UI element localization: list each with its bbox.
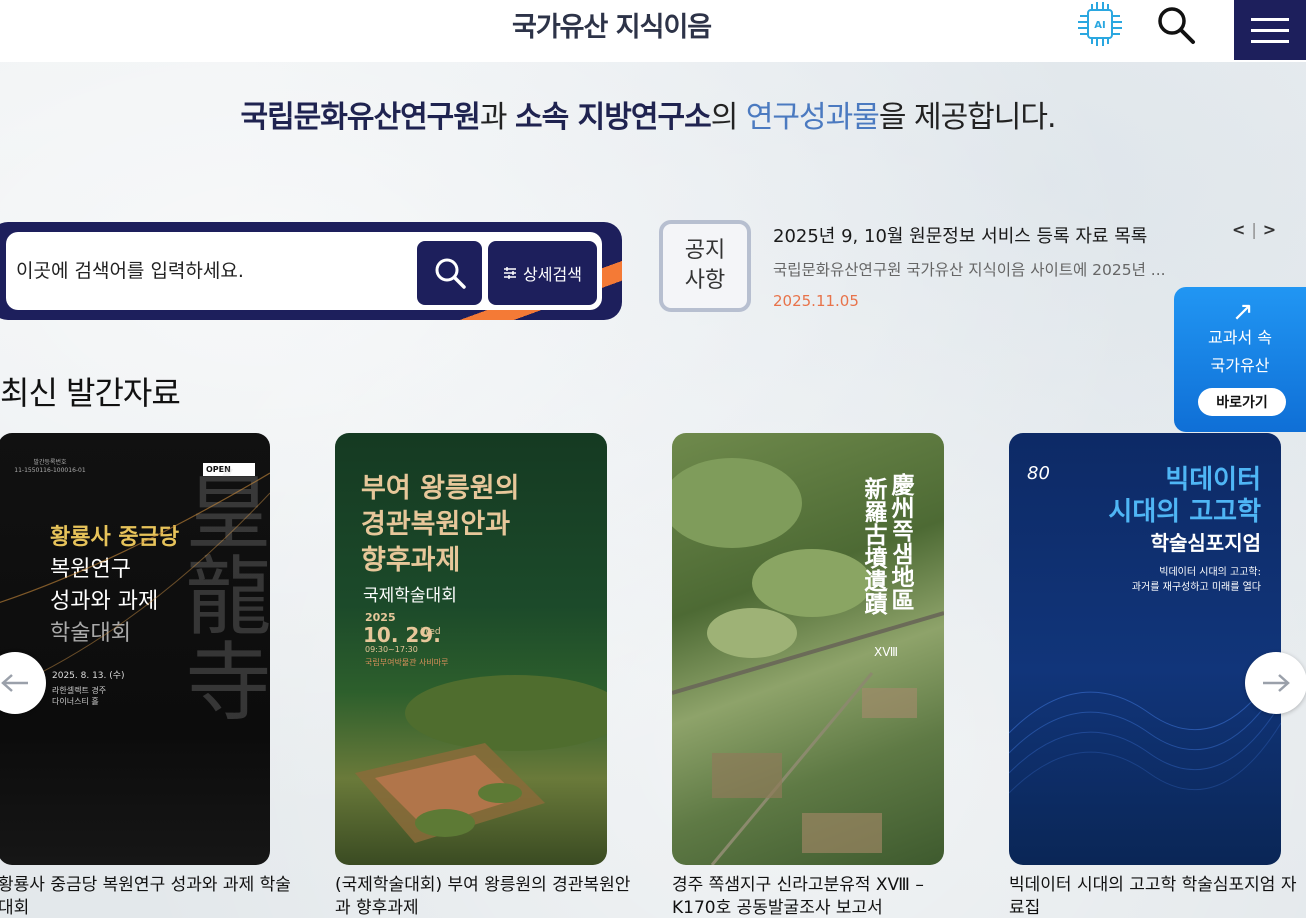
poster-volume: XⅧ — [874, 645, 899, 659]
notice-badge-line: 공지 — [684, 238, 726, 263]
poster-title-line: 부여 왕릉원의 — [361, 473, 520, 504]
poster-title-part: 慶州 — [887, 473, 914, 519]
arrow-left-icon — [1, 674, 28, 692]
menu-bar — [1251, 39, 1289, 43]
poster-title-line: 경관복원안과 — [361, 509, 511, 540]
notice-title[interactable]: 2025년 9, 10월 원문정보 서비스 등록 자료 목록 — [773, 222, 1147, 248]
notice-badge[interactable]: 공지 사항 — [659, 220, 751, 312]
carousel-next-button[interactable] — [1245, 652, 1306, 714]
publication-caption[interactable]: 황룡사 중금당 복원연구 성과와 과제 학술대회 — [0, 874, 298, 918]
site-header: 국가유산 지식이음 AI — [0, 0, 1306, 62]
publication-card[interactable]: 80 빅데이터 시대의 고고학 학술심포지엄 빅데이터 시대의 고고학: 과거를… — [1009, 433, 1281, 865]
poster-subtitle: 과거를 재구성하고 미래를 열다 — [1131, 582, 1261, 593]
section-title: 최신 발간자료 — [0, 374, 181, 412]
publication-card[interactable]: 慶州 쪽샘 地區 新羅古墳遺蹟 XⅧ — [672, 433, 944, 865]
tagline-results: 연구성과물 — [745, 100, 880, 135]
banner-line: 교과서 속 — [1208, 328, 1272, 347]
site-logo[interactable]: 국가유산 지식이음 — [512, 8, 712, 48]
publication-caption[interactable]: 경주 쪽샘지구 신라고분유적 XⅧ – K170호 공동발굴조사 보고서 — [672, 874, 972, 918]
poster-title-line: 향후과제 — [361, 545, 461, 576]
poster-title-line: 학술심포지엄 — [1150, 531, 1261, 555]
notice-next-button[interactable]: > — [1263, 220, 1276, 239]
poster-landscape-illustration — [355, 675, 607, 843]
textbook-heritage-banner[interactable]: ↗ 교과서 속 국가유산 바로가기 — [1174, 287, 1306, 432]
search-inner: 상세검색 — [6, 232, 602, 310]
search-box: 상세검색 — [0, 222, 622, 320]
poster-title-part: 地區 — [887, 565, 914, 611]
search-button[interactable] — [417, 241, 482, 305]
arrow-up-right-icon: ↗ — [1232, 297, 1254, 327]
poster-title-part: 쪽샘 — [887, 519, 914, 565]
notice-badge-line: 사항 — [684, 268, 726, 293]
poster-subtitle: 국제학술대회 — [363, 586, 457, 606]
advanced-search-label: 상세검색 — [523, 265, 582, 284]
poster-subtitle: 빅데이터 시대의 고고학: — [1159, 567, 1261, 578]
shortcut-button[interactable]: 바로가기 — [1198, 388, 1286, 416]
notice-prev-button[interactable]: < — [1232, 220, 1245, 239]
ai-label: AI — [1094, 20, 1105, 31]
notice-description[interactable]: 국립문화유산연구원 국가유산 지식이음 사이트에 2025년 ... — [773, 258, 1218, 280]
poster-venue: 국립부여박물관 사비마루 — [365, 658, 449, 667]
tagline-text: 의 — [710, 100, 746, 135]
publication-caption[interactable]: 빅데이터 시대의 고고학 학술심포지엄 자료집 — [1009, 874, 1306, 918]
tagline-institute: 국립문화유산연구원 — [240, 100, 480, 135]
poster-day: Wed — [421, 627, 441, 637]
ai-chip-icon[interactable]: AI — [1074, 0, 1126, 48]
advanced-search-button[interactable]: 상세검색 — [488, 241, 597, 305]
publication-caption[interactable]: (국제학술대회) 부여 왕릉원의 경관복원안과 향후과제 — [335, 874, 635, 918]
poster-vertical-title: 新羅古墳遺蹟 — [860, 477, 887, 615]
hamburger-menu-button[interactable] — [1234, 0, 1306, 60]
publication-card[interactable]: 발간등록번호 11-1550116-100016-01 OPEN 皇龍寺 황룡사… — [0, 433, 270, 865]
search-icon[interactable] — [1155, 4, 1197, 46]
tagline-branches: 소속 지방연구소 — [515, 100, 712, 135]
menu-bar — [1251, 17, 1289, 21]
poster-title-line: 시대의 고고학 — [1108, 497, 1261, 527]
arrow-right-icon — [1263, 674, 1290, 692]
notice-separator: | — [1251, 220, 1257, 239]
tagline-text: 을 제공합니다. — [878, 100, 1057, 135]
banner-text: 교과서 속 국가유산 — [1174, 324, 1306, 380]
poster-time: 09:30~17:30 — [365, 645, 418, 654]
notice-date: 2025.11.05 — [773, 292, 859, 310]
menu-bar — [1251, 28, 1289, 32]
poster-light-streak — [0, 472, 270, 693]
search-icon — [435, 258, 466, 289]
notice-pager: < | > — [1232, 220, 1276, 239]
search-input[interactable] — [16, 232, 396, 310]
banner-line: 국가유산 — [1210, 356, 1270, 375]
tagline-text: 과 — [479, 100, 516, 135]
poster-vertical-title: 慶州 쪽샘 地區 — [886, 473, 914, 611]
publication-card[interactable]: 부여 왕릉원의 경관복원안과 향후과제 국제학술대회 2025 10. 29. … — [335, 433, 607, 865]
hero-tagline: 국립문화유산연구원과 소속 지방연구소의 연구성과물을 제공합니다. — [0, 92, 1296, 136]
filter-icon — [504, 267, 517, 279]
